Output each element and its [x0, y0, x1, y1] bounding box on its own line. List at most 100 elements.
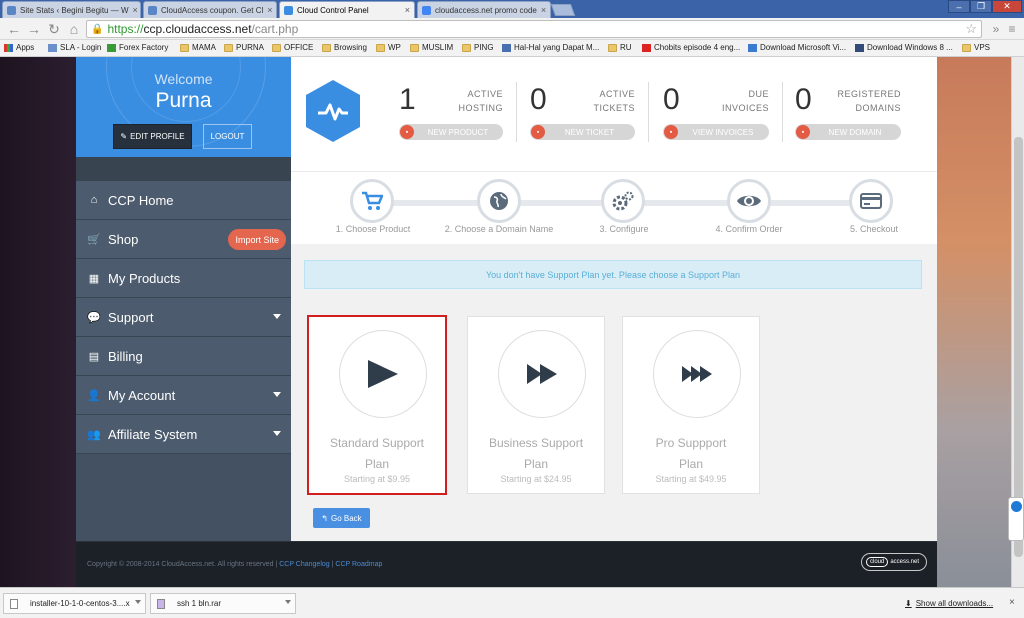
chat-widget[interactable]: [1008, 497, 1024, 541]
sidebar-item-support[interactable]: 💬 Support: [76, 298, 291, 337]
ccp-changelog-link[interactable]: CCP Changelog: [279, 561, 329, 568]
browser-tab-bar: Site Stats ‹ Begini Begitu — W × CloudAc…: [0, 0, 1024, 18]
download-item[interactable]: installer-10-1-0-centos-3....x: [3, 593, 146, 614]
forward-arrow-icon[interactable]: →: [26, 21, 42, 37]
stat-number: 0: [663, 83, 680, 116]
step-choose-domain[interactable]: [477, 179, 521, 223]
new-product-button[interactable]: ▪ NEW PRODUCT: [399, 124, 503, 140]
back-arrow-icon: ↰: [321, 513, 328, 523]
folder-icon: [462, 43, 471, 52]
edit-profile-button[interactable]: ✎ EDIT PROFILE: [113, 124, 192, 149]
url-scheme: https://: [107, 22, 144, 36]
folder-icon: [410, 43, 419, 52]
close-tab-icon[interactable]: ×: [263, 5, 272, 15]
step-confirm-order[interactable]: [727, 179, 771, 223]
plan-card-pro[interactable]: Pro Suppport Plan Starting at $49.95: [622, 316, 760, 494]
bookmark-folder[interactable]: MUSLIM: [410, 43, 453, 52]
ccp-roadmap-link[interactable]: CCP Roadmap: [335, 561, 382, 568]
bookmark-apps[interactable]: Apps: [4, 43, 34, 52]
close-tab-icon[interactable]: ×: [129, 5, 138, 15]
bookmark-folder[interactable]: WP: [376, 43, 401, 52]
grid-icon: ▦: [88, 272, 100, 285]
reload-icon[interactable]: ↻: [46, 21, 62, 37]
bookmark-folder[interactable]: OFFICE: [272, 43, 313, 52]
browser-tab[interactable]: cloudaccess.net promo code ×: [417, 1, 551, 18]
download-arrow-icon: ⬇: [905, 599, 912, 608]
close-tab-icon[interactable]: ×: [401, 5, 410, 15]
bookmark-item[interactable]: Forex Factory: [107, 43, 168, 52]
step-label: 1. Choose Product: [335, 224, 411, 234]
bookmark-item[interactable]: Download Microsoft Vi...: [748, 43, 846, 52]
logout-button[interactable]: LOGOUT: [203, 124, 252, 149]
step-choose-product[interactable]: [350, 179, 394, 223]
bookmark-item[interactable]: Hal-Hal yang Dapat M...: [502, 43, 599, 52]
menu-icon[interactable]: ≡: [1004, 21, 1020, 37]
close-download-bar-icon[interactable]: ×: [1009, 597, 1015, 608]
bookmark-folder[interactable]: MAMA: [180, 43, 216, 52]
chat-bubble-icon: [1011, 501, 1022, 512]
bookmark-folder[interactable]: PURNA: [224, 43, 264, 52]
sidebar-item-shop[interactable]: 🛒 Shop Import Site: [76, 220, 291, 259]
new-tab-button[interactable]: [550, 4, 576, 16]
plan-card-business[interactable]: Business Support Plan Starting at $24.95: [467, 316, 605, 494]
scrollbar-thumb[interactable]: [1014, 137, 1023, 557]
sidebar-item-my-products[interactable]: ▦ My Products: [76, 259, 291, 298]
profile-panel: Welcome Purna ✎ EDIT PROFILE LOGOUT: [76, 57, 291, 157]
step-checkout[interactable]: [849, 179, 893, 223]
cart-icon: 🛒: [87, 233, 101, 246]
play-circle: [339, 330, 427, 418]
user-icon: 👤: [87, 389, 101, 402]
home-icon[interactable]: ⌂: [66, 21, 82, 37]
browser-tab[interactable]: CloudAccess coupon. Get Cl ×: [143, 1, 277, 18]
page-icon: [748, 43, 757, 52]
extensions-more-icon[interactable]: »: [988, 21, 1004, 37]
new-ticket-button[interactable]: ▪ NEW TICKET: [530, 124, 635, 140]
maximize-button[interactable]: ❐: [970, 0, 992, 13]
bookmark-star-icon[interactable]: ☆: [965, 21, 977, 37]
home-icon: ⌂: [90, 194, 98, 206]
support-plan-alert: You don't have Support Plan yet. Please …: [304, 260, 922, 289]
new-domain-button[interactable]: ▪ NEW DOMAIN: [795, 124, 901, 140]
bookmark-folder[interactable]: RU: [608, 43, 632, 52]
chevron-down-icon[interactable]: [285, 600, 291, 604]
bookmark-folder[interactable]: PING: [462, 43, 494, 52]
minimize-button[interactable]: –: [948, 0, 970, 13]
sidebar-item-my-account[interactable]: 👤 My Account: [76, 376, 291, 415]
import-site-button[interactable]: Import Site: [228, 229, 286, 250]
step-label: 2. Choose a Domain Name: [444, 224, 554, 234]
bookmark-item[interactable]: Chobits episode 4 eng...: [642, 43, 740, 52]
go-back-button[interactable]: ↰ Go Back: [313, 508, 370, 528]
bookmark-folder[interactable]: VPS: [962, 43, 990, 52]
show-all-downloads-link[interactable]: ⬇ Show all downloads...: [905, 599, 993, 608]
sidebar-item-ccp-home[interactable]: ⌂ CCP Home: [76, 181, 291, 220]
dashboard-header: 1 ACTIVE HOSTING ▪ NEW PRODUCT 0 ACTIVE TI…: [291, 57, 937, 171]
close-tab-icon[interactable]: ×: [537, 5, 546, 15]
plan-card-standard[interactable]: Standard Support Plan Starting at $9.95: [307, 315, 447, 495]
url-bar[interactable]: 🔒 https:// ccp.cloudaccess.net /cart.php…: [86, 20, 982, 38]
chevron-down-icon[interactable]: [135, 600, 141, 604]
play-circle: [498, 330, 586, 418]
plan-price: Starting at $9.95: [343, 474, 411, 484]
close-window-button[interactable]: ✕: [992, 0, 1022, 13]
site-favicon-icon: [148, 5, 157, 15]
back-arrow-icon[interactable]: ←: [6, 21, 22, 37]
page-icon: [502, 43, 511, 52]
page-footer: Copyright © 2008-2014 CloudAccess.net. A…: [76, 541, 937, 587]
order-steps: 1. Choose Product 2. Choose a Domain Nam…: [291, 171, 937, 244]
page-background-right: [937, 57, 1011, 587]
bookmark-folder[interactable]: Browsing: [322, 43, 367, 52]
triple-forward-icon: [682, 366, 712, 382]
download-item[interactable]: ssh 1 bln.rar: [150, 593, 296, 614]
bookmark-item[interactable]: SLA - Login: [48, 43, 101, 52]
google-favicon-icon: [422, 5, 431, 15]
folder-icon: [322, 43, 331, 52]
sidebar-item-billing[interactable]: ▤ Billing: [76, 337, 291, 376]
bookmark-item[interactable]: Download Windows 8 ...: [855, 43, 953, 52]
main-content: You don't have Support Plan yet. Please …: [291, 244, 937, 541]
browser-tab[interactable]: Site Stats ‹ Begini Begitu — W ×: [2, 1, 141, 18]
step-configure[interactable]: [601, 179, 645, 223]
globe-icon: [490, 192, 508, 210]
browser-tab-active[interactable]: Cloud Control Panel ×: [279, 1, 415, 18]
view-invoices-button[interactable]: ▪ VIEW INVOICES: [663, 124, 769, 140]
sidebar-item-affiliate-system[interactable]: 👥 Affiliate System: [76, 415, 291, 454]
